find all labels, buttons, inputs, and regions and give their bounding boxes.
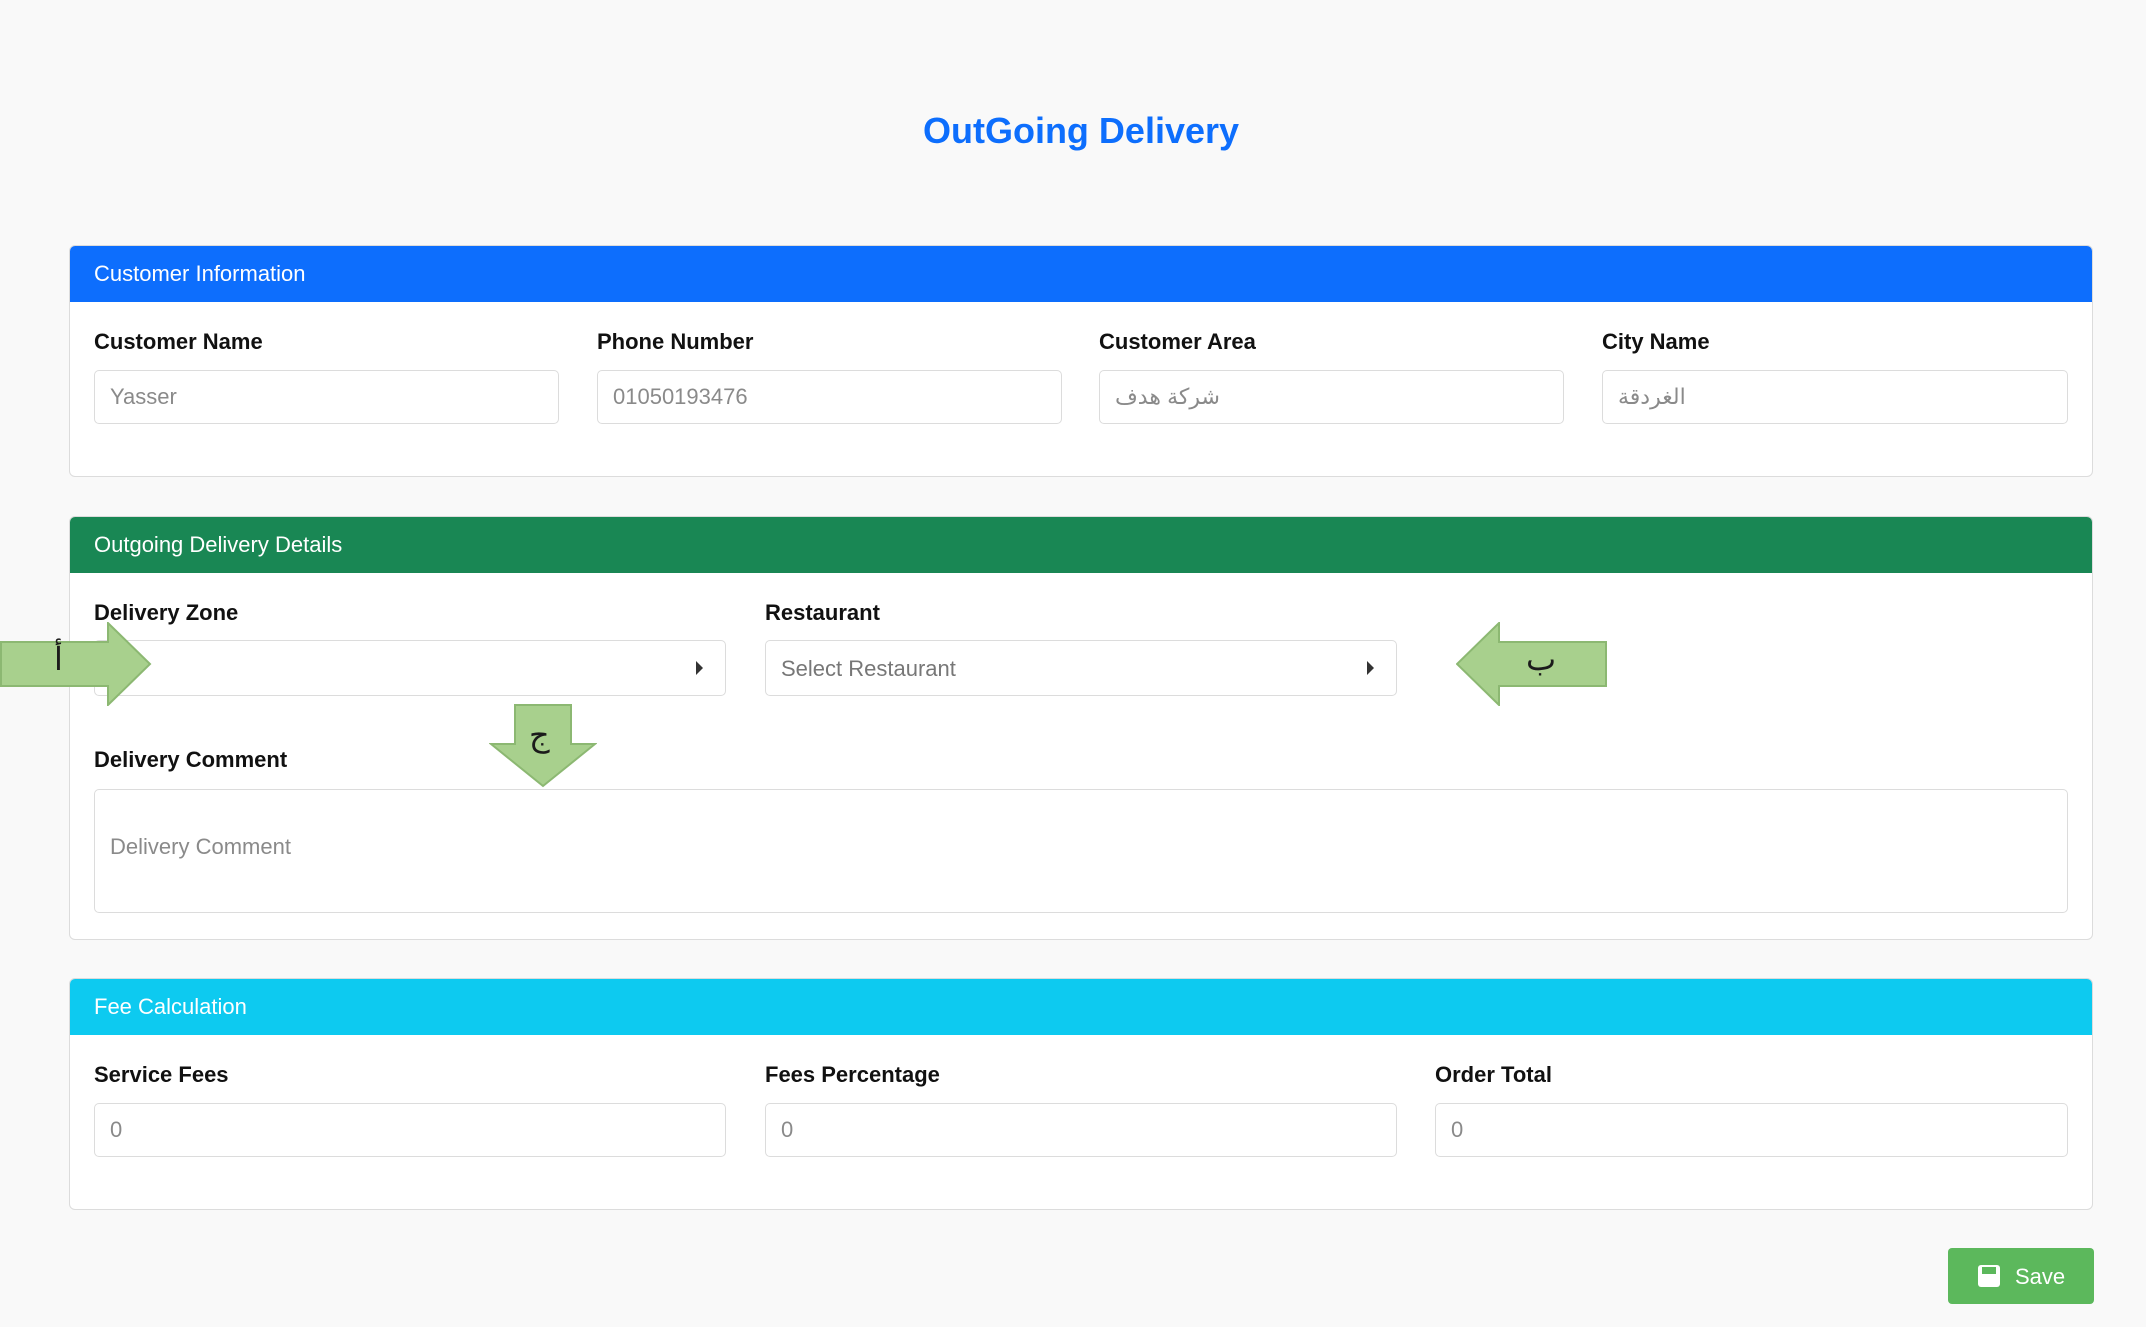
save-button-label: Save bbox=[2015, 1264, 2066, 1289]
page-title: OutGoing Delivery bbox=[922, 110, 1240, 151]
delivery-details-title: Outgoing Delivery Details bbox=[94, 532, 343, 557]
city-name-label: City Name bbox=[1602, 329, 1710, 354]
delivery-zone-select[interactable] bbox=[94, 640, 726, 696]
city-name-input[interactable] bbox=[1602, 370, 2068, 424]
service-fees-label: Service Fees bbox=[94, 1062, 229, 1087]
arrow-right-icon bbox=[0, 622, 152, 706]
delivery-details-card: Outgoing Delivery Details Delivery Zone … bbox=[69, 516, 2093, 940]
delivery-comment-label: Delivery Comment bbox=[94, 747, 288, 772]
restaurant-select[interactable]: Select Restaurant bbox=[765, 640, 1397, 696]
customer-area-input[interactable] bbox=[1099, 370, 1564, 424]
restaurant-value: Select Restaurant bbox=[781, 656, 956, 681]
caret-right-icon bbox=[1367, 661, 1374, 675]
annotation-arrow-c: ج bbox=[489, 704, 597, 788]
floppy-disk-icon bbox=[1978, 1265, 2000, 1287]
annotation-label-a: أ bbox=[54, 640, 63, 678]
customer-information-header: Customer Information bbox=[70, 246, 2092, 302]
fee-calculation-card: Fee Calculation Service Fees Fees Percen… bbox=[69, 978, 2093, 1210]
annotation-label-c: ج bbox=[529, 716, 550, 754]
customer-name-label: Customer Name bbox=[94, 329, 263, 354]
caret-right-icon bbox=[696, 661, 703, 675]
phone-number-label: Phone Number bbox=[597, 329, 754, 354]
fee-calculation-title: Fee Calculation bbox=[94, 994, 247, 1019]
fees-percentage-input[interactable] bbox=[765, 1103, 1397, 1157]
customer-information-title: Customer Information bbox=[94, 261, 306, 286]
annotation-arrow-b: ب bbox=[1456, 622, 1608, 706]
fee-calculation-header: Fee Calculation bbox=[70, 979, 2092, 1035]
annotation-arrow-a: أ bbox=[0, 622, 152, 706]
order-total-label: Order Total bbox=[1435, 1062, 1552, 1087]
delivery-details-header: Outgoing Delivery Details bbox=[70, 517, 2092, 573]
delivery-comment-textarea[interactable] bbox=[94, 789, 2068, 913]
restaurant-label: Restaurant bbox=[765, 600, 880, 625]
order-total-input[interactable] bbox=[1435, 1103, 2068, 1157]
save-button[interactable]: Save bbox=[1948, 1248, 2094, 1304]
customer-information-card: Customer Information Customer Name Phone… bbox=[69, 245, 2093, 477]
service-fees-input[interactable] bbox=[94, 1103, 726, 1157]
phone-number-input[interactable] bbox=[597, 370, 1062, 424]
customer-area-label: Customer Area bbox=[1099, 329, 1256, 354]
fees-percentage-label: Fees Percentage bbox=[765, 1062, 940, 1087]
customer-name-input[interactable] bbox=[94, 370, 559, 424]
annotation-label-b: ب bbox=[1526, 640, 1557, 678]
